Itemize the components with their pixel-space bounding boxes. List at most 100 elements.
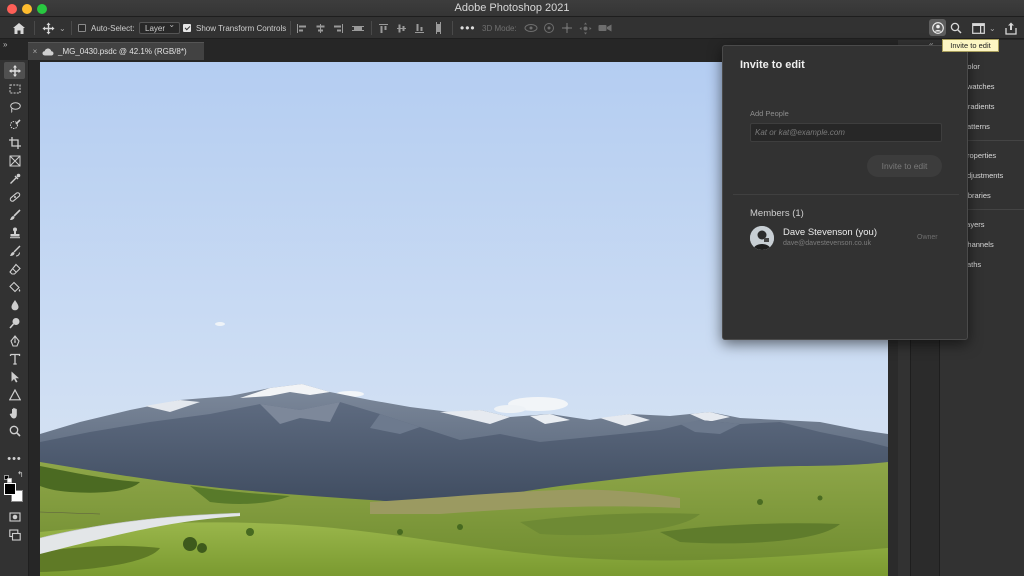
- quick-select-icon: [9, 118, 21, 129]
- 3d-slide-icon: [579, 22, 592, 34]
- video-camera-icon: [598, 24, 612, 32]
- document-tab[interactable]: × _MG_0430.psdc @ 42.1% (RGB/8*): [28, 42, 204, 60]
- align-middle-button[interactable]: [396, 17, 407, 39]
- paint-bucket-icon: [8, 281, 20, 292]
- move-tool-preset-button[interactable]: ⌄: [42, 17, 66, 39]
- water-drop-icon: [11, 299, 18, 310]
- history-brush-tool[interactable]: [4, 242, 25, 259]
- 3d-pan-icon: [562, 23, 572, 33]
- align-center-h-button[interactable]: [315, 17, 326, 39]
- crop-tool[interactable]: [4, 134, 25, 151]
- auto-select-target-select[interactable]: Layer: [139, 20, 181, 34]
- window-title: Adobe Photoshop 2021: [454, 2, 570, 14]
- transform-controls-checkbox[interactable]: [183, 24, 191, 32]
- members-heading: Members (1): [750, 208, 804, 219]
- dodge-icon: [8, 317, 19, 329]
- quick-mask-button[interactable]: [4, 508, 25, 525]
- photoshop-window: Adobe Photoshop 2021 ⌄ Auto-Select: Laye…: [0, 0, 1024, 576]
- distribute-icon: [352, 25, 364, 31]
- distribute-vertical-button[interactable]: [433, 17, 444, 39]
- title-bar: Adobe Photoshop 2021: [0, 0, 1024, 17]
- chevron-down-icon: ⌄: [989, 23, 996, 33]
- align-top-button[interactable]: [378, 17, 389, 39]
- crop-icon: [8, 136, 21, 149]
- frame-tool[interactable]: [4, 152, 25, 169]
- pen-tool[interactable]: [4, 332, 25, 349]
- invite-submit-button[interactable]: Invite to edit: [867, 155, 942, 177]
- search-icon: [950, 22, 962, 34]
- eyedropper-tool[interactable]: [4, 170, 25, 187]
- history-brush-icon: [9, 245, 20, 256]
- move-icon: [42, 22, 55, 34]
- foreground-color-swatch[interactable]: [4, 483, 16, 495]
- clone-stamp-tool[interactable]: [4, 224, 25, 241]
- zoom-tool[interactable]: [4, 422, 25, 439]
- align-bottom-icon: [415, 23, 424, 33]
- options-bar: ⌄ Auto-Select: Layer Show Transform Cont…: [0, 17, 1024, 39]
- auto-select-toggle[interactable]: Auto-Select:: [78, 17, 135, 39]
- type-tool[interactable]: [4, 350, 25, 367]
- home-icon: [13, 22, 25, 34]
- members-divider: [733, 194, 959, 195]
- swap-colors-icon[interactable]: ↰: [17, 470, 24, 479]
- type-icon: [9, 353, 20, 365]
- 3d-orbit-icon: [524, 24, 538, 32]
- align-center-h-icon: [316, 23, 325, 33]
- collapse-toolbar-icon[interactable]: »: [3, 40, 7, 49]
- brush-tool[interactable]: [4, 206, 25, 223]
- quick-select-tool[interactable]: [4, 116, 25, 133]
- quick-mask-icon: [8, 511, 21, 522]
- screen-mode-button[interactable]: [4, 526, 25, 543]
- chevron-down-icon: ⌄: [59, 23, 66, 33]
- hand-tool[interactable]: [4, 404, 25, 421]
- avatar: [750, 226, 774, 250]
- healing-brush-tool[interactable]: [4, 188, 25, 205]
- 3d-slide-button: [579, 17, 592, 39]
- invite-to-edit-button[interactable]: [929, 19, 946, 36]
- pen-icon: [9, 334, 20, 347]
- screen-mode-icon: [8, 528, 21, 541]
- zoom-icon: [9, 425, 21, 437]
- workspace-icon: [972, 22, 985, 34]
- transform-controls-toggle[interactable]: Show Transform Controls: [183, 17, 286, 39]
- workspace-button[interactable]: ⌄: [972, 17, 996, 39]
- align-right-button[interactable]: [333, 17, 344, 39]
- auto-select-checkbox[interactable]: [78, 24, 86, 32]
- hand-icon: [9, 407, 17, 418]
- pointer-arrow-icon: [11, 371, 19, 382]
- lasso-icon: [9, 101, 21, 113]
- path-select-tool[interactable]: [4, 368, 25, 385]
- marquee-tool[interactable]: [4, 80, 25, 97]
- blur-tool[interactable]: [4, 296, 25, 313]
- member-name: Dave Stevenson (you): [783, 227, 877, 238]
- 3d-roll-icon: [544, 23, 554, 33]
- distribute-button[interactable]: [352, 17, 364, 39]
- eraser-tool[interactable]: [4, 260, 25, 277]
- invite-person-icon: [931, 21, 944, 34]
- move-tool[interactable]: [4, 62, 25, 79]
- rectangle-marquee-icon: [9, 84, 20, 93]
- distribute-vertical-icon: [436, 22, 441, 34]
- more-tools-icon[interactable]: •••: [4, 450, 25, 467]
- paint-bucket-tool[interactable]: [4, 278, 25, 295]
- search-button[interactable]: [950, 17, 962, 39]
- home-button[interactable]: [12, 17, 26, 39]
- triangle-shape-icon: [8, 388, 21, 400]
- 3d-camera-button: [598, 17, 612, 39]
- shape-tool[interactable]: [4, 386, 25, 403]
- document-tab-label: _MG_0430.psdc @ 42.1% (RGB/8*): [58, 47, 187, 56]
- cloud-document-icon: [42, 48, 54, 55]
- invite-to-edit-popover: Invite to edit Add People Invite to edit…: [722, 45, 968, 340]
- member-email: dave@davestevenson.co.uk: [783, 240, 872, 247]
- align-right-icon: [334, 23, 343, 33]
- align-middle-icon: [397, 24, 406, 32]
- share-button[interactable]: [1005, 17, 1017, 39]
- add-people-input[interactable]: [750, 123, 942, 142]
- align-bottom-button[interactable]: [414, 17, 425, 39]
- stamp-icon: [9, 227, 20, 238]
- close-tab-icon[interactable]: ×: [28, 47, 42, 56]
- align-left-button[interactable]: [296, 17, 307, 39]
- dodge-tool[interactable]: [4, 314, 25, 331]
- more-options-icon[interactable]: •••: [460, 17, 476, 39]
- lasso-tool[interactable]: [4, 98, 25, 115]
